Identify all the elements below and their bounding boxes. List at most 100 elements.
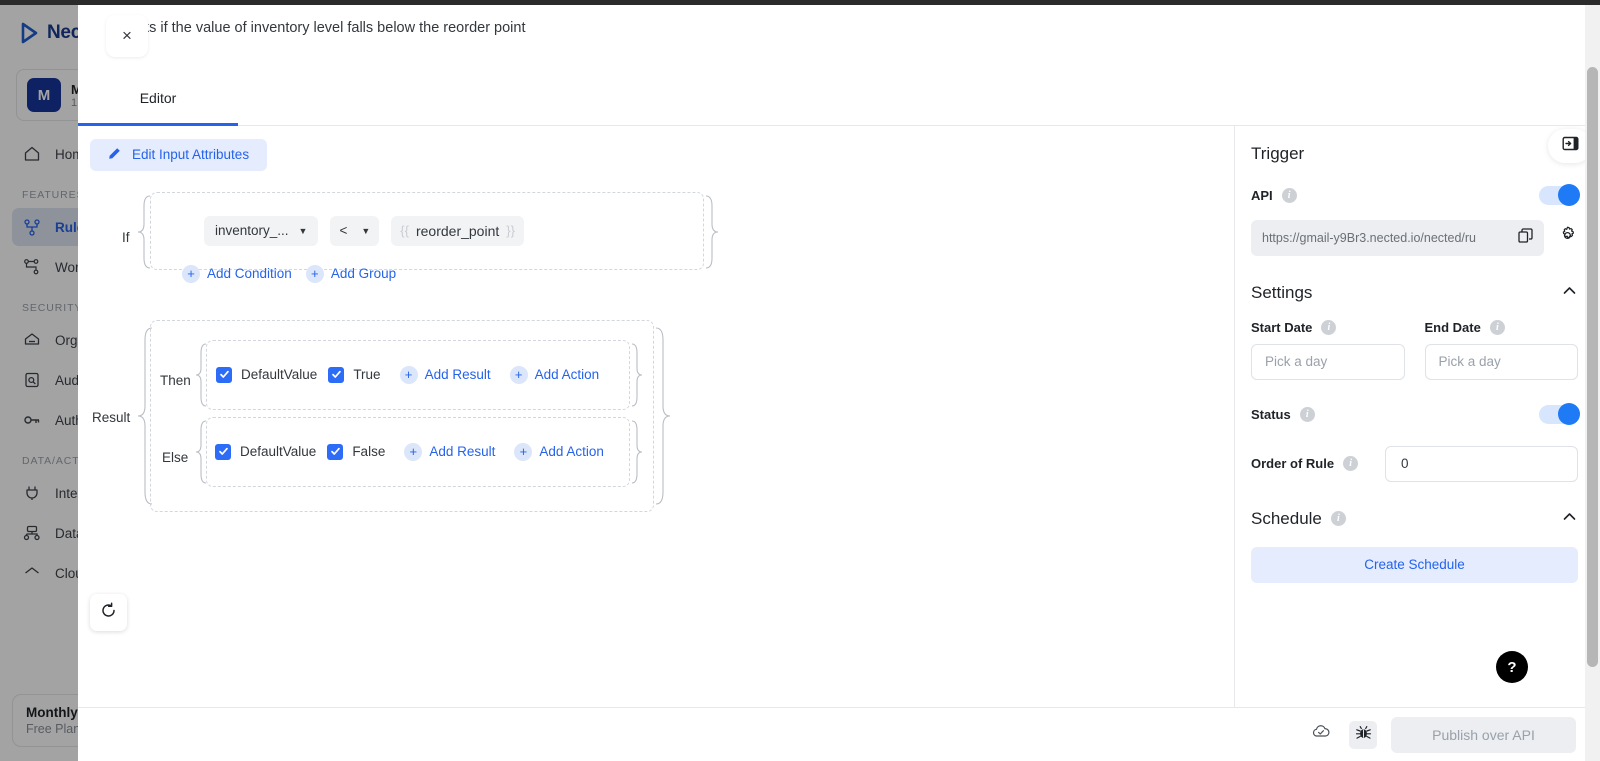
- rule-canvas: Edit Input Attributes If inventory_... ▼: [78, 125, 1234, 707]
- if-add-row: + Add Condition + Add Group: [182, 264, 397, 283]
- rule-editor-modal: Checks if the value of inventory level f…: [78, 5, 1600, 761]
- api-row: API i: [1251, 184, 1580, 207]
- right-panel: Trigger API i https://gmail-y9Br3.nected…: [1234, 125, 1600, 707]
- publish-over-api-button[interactable]: Publish over API: [1391, 716, 1576, 753]
- tab-editor-label: Editor: [139, 89, 177, 106]
- then-brace-right: [631, 343, 643, 407]
- schedule-header[interactable]: Schedule i: [1251, 508, 1578, 530]
- checkbox-icon: [215, 443, 231, 460]
- copy-icon[interactable]: [1518, 228, 1533, 248]
- else-add-result-label: Add Result: [429, 444, 496, 460]
- result-brace-right: [655, 327, 671, 505]
- schedule-title: Schedule: [1251, 508, 1322, 528]
- debug-button[interactable]: [1349, 720, 1377, 749]
- api-url-row: https://gmail-y9Br3.nected.io/nected/ru: [1251, 219, 1578, 256]
- bug-icon: [1355, 724, 1372, 746]
- end-date-label: End Date: [1424, 319, 1481, 335]
- order-of-rule-input[interactable]: 0: [1385, 445, 1578, 482]
- plus-icon: +: [399, 365, 418, 384]
- api-url-field[interactable]: https://gmail-y9Br3.nected.io/nected/ru: [1251, 219, 1544, 256]
- then-check-defaultvalue[interactable]: DefaultValue: [216, 366, 317, 383]
- info-icon[interactable]: i: [1489, 319, 1505, 335]
- condition-operator-value: <: [339, 223, 348, 239]
- create-schedule-button[interactable]: Create Schedule: [1251, 546, 1578, 583]
- end-date-input[interactable]: Pick a day: [1424, 343, 1578, 380]
- info-icon[interactable]: i: [1343, 456, 1359, 472]
- status-toggle[interactable]: [1539, 403, 1580, 426]
- trigger-title: Trigger: [1251, 143, 1305, 163]
- edit-input-attributes-label: Edit Input Attributes: [132, 147, 250, 163]
- order-of-rule-row: Order of Rule i 0: [1251, 445, 1578, 482]
- info-icon[interactable]: i: [1281, 187, 1297, 203]
- start-date-label: Start Date: [1251, 319, 1313, 335]
- cloud-check-button[interactable]: [1307, 721, 1335, 749]
- rule-description: Checks if the value of inventory level f…: [108, 20, 526, 36]
- then-check-true[interactable]: True: [328, 366, 381, 383]
- order-of-rule-label: Order of Rule: [1251, 456, 1335, 472]
- else-add-action-label: Add Action: [539, 444, 604, 460]
- status-row: Status i: [1251, 403, 1580, 426]
- else-label: Else: [162, 449, 189, 465]
- gear-icon[interactable]: [1557, 225, 1578, 251]
- date-range-row: Start Date i Pick a day End Date i Pick …: [1251, 319, 1578, 380]
- plus-icon: +: [305, 264, 324, 283]
- then-check-label: True: [353, 367, 381, 383]
- end-date-col: End Date i Pick a day: [1424, 319, 1578, 380]
- result-label: Result: [92, 409, 131, 425]
- modal-header: Checks if the value of inventory level f…: [78, 5, 1600, 38]
- publish-over-api-label: Publish over API: [1432, 726, 1535, 743]
- info-icon[interactable]: i: [1321, 319, 1337, 335]
- info-icon[interactable]: i: [1330, 511, 1346, 527]
- modal-body: Edit Input Attributes If inventory_... ▼: [78, 125, 1600, 707]
- checkbox-icon: [216, 366, 232, 383]
- start-date-col: Start Date i Pick a day: [1251, 319, 1405, 380]
- toggle-knob: [1558, 403, 1580, 426]
- if-brace-right: [705, 195, 719, 269]
- else-check-label: False: [352, 444, 386, 460]
- condition-value-field[interactable]: {{ reorder_point }}: [391, 215, 524, 246]
- add-condition-button[interactable]: + Add Condition: [182, 264, 292, 283]
- if-label: If: [122, 229, 130, 245]
- edit-input-attributes-button[interactable]: Edit Input Attributes: [90, 138, 268, 171]
- plus-icon: +: [182, 264, 200, 283]
- refresh-icon: [100, 601, 117, 624]
- status-label: Status: [1251, 406, 1291, 422]
- plus-icon: +: [514, 442, 533, 461]
- else-add-result-button[interactable]: + Add Result: [404, 442, 496, 461]
- settings-header[interactable]: Settings: [1251, 282, 1578, 304]
- chevron-up-icon: [1561, 508, 1578, 530]
- start-date-input[interactable]: Pick a day: [1251, 343, 1405, 380]
- close-modal-button[interactable]: ×: [106, 15, 148, 57]
- tab-editor[interactable]: Editor: [78, 84, 238, 126]
- checkbox-icon: [327, 443, 344, 460]
- add-group-button[interactable]: + Add Group: [305, 264, 397, 283]
- then-results-row: DefaultValue True + Add Result + Add Act…: [216, 365, 599, 384]
- order-of-rule-value: 0: [1401, 456, 1409, 472]
- condition-attribute-value: inventory_...: [215, 223, 289, 239]
- template-close-brace: }}: [506, 223, 515, 239]
- api-toggle[interactable]: [1539, 184, 1580, 207]
- then-add-result-button[interactable]: + Add Result: [399, 365, 491, 384]
- page-scrollbar-thumb[interactable]: [1587, 67, 1598, 667]
- help-button[interactable]: ?: [1496, 651, 1528, 683]
- condition-attribute-select[interactable]: inventory_... ▼: [204, 215, 319, 246]
- condition-value-text: reorder_point: [415, 222, 500, 239]
- checkbox-icon: [328, 366, 345, 383]
- then-label: Then: [160, 372, 191, 388]
- info-icon[interactable]: i: [1299, 406, 1315, 422]
- settings-title: Settings: [1251, 282, 1313, 302]
- else-check-defaultvalue[interactable]: DefaultValue: [215, 443, 316, 460]
- reset-canvas-button[interactable]: [90, 594, 127, 631]
- else-check-false[interactable]: False: [327, 443, 386, 460]
- condition-row: inventory_... ▼ < ▼ {{ reorder_point }}: [204, 215, 524, 246]
- add-condition-label: Add Condition: [207, 266, 292, 282]
- add-group-label: Add Group: [330, 266, 397, 282]
- screen-root: Nected M My Workspace 1 member Home FEAT…: [0, 0, 1600, 761]
- cloud-check-icon: [1311, 722, 1331, 747]
- plus-icon: +: [404, 442, 423, 461]
- modal-footer: Publish over API: [78, 707, 1600, 761]
- condition-operator-select[interactable]: < ▼: [330, 215, 380, 246]
- then-add-action-button[interactable]: + Add Action: [509, 365, 599, 384]
- panel-collapse-icon: [1562, 135, 1579, 157]
- else-add-action-button[interactable]: + Add Action: [514, 442, 604, 461]
